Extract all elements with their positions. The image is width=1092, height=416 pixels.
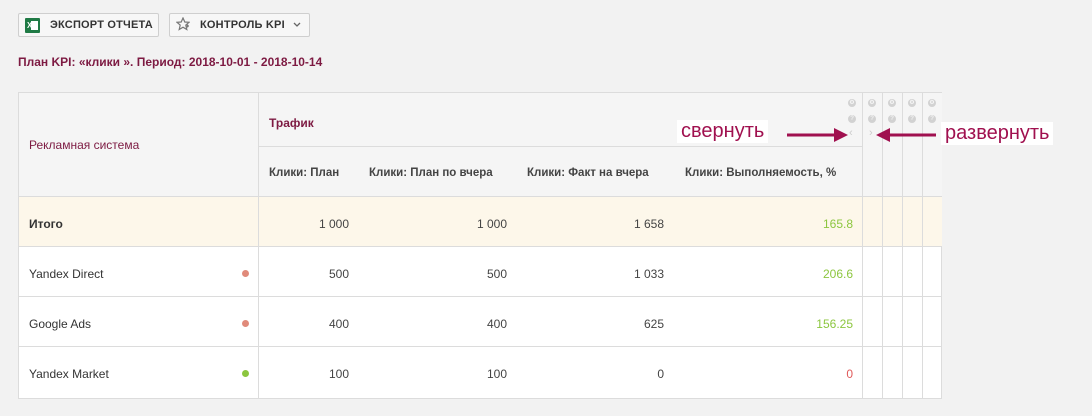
arrow-left-icon xyxy=(876,128,890,142)
annotation-arrows xyxy=(787,128,936,142)
arrow-right-icon xyxy=(834,128,848,142)
